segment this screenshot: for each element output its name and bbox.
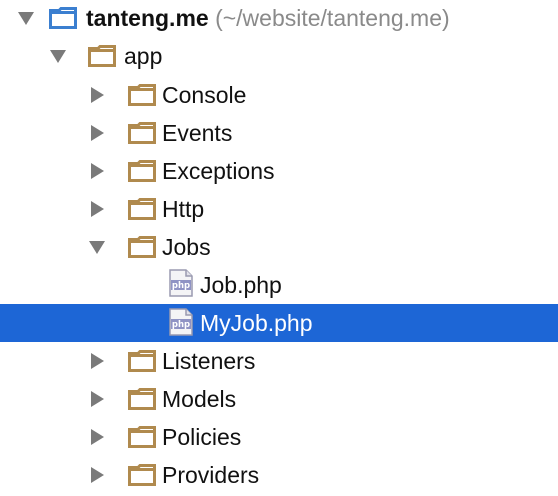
svg-text:php: php [172,281,190,291]
folder-icon [128,388,156,410]
folder-label-http[interactable]: Http [162,195,204,223]
folder-icon [128,84,156,106]
folder-label-app[interactable]: app [124,42,162,70]
chevron-down-icon[interactable] [18,12,34,25]
folder-label-console[interactable]: Console [162,81,246,109]
tree-row-root[interactable]: tanteng.me (~/website/tanteng.me) [0,0,558,38]
folder-label-jobs[interactable]: Jobs [162,233,211,261]
folder-icon [128,198,156,220]
chevron-right-icon[interactable] [91,391,104,407]
chevron-right-icon[interactable] [91,201,104,217]
root-label: tanteng.me (~/website/tanteng.me) [86,4,450,32]
chevron-right-icon[interactable] [91,429,104,445]
folder-label-listeners[interactable]: Listeners [162,347,255,375]
root-path: (~/website/tanteng.me) [215,5,450,31]
folder-label-exceptions[interactable]: Exceptions [162,157,275,185]
root-name: tanteng.me [86,5,209,31]
svg-text:php: php [172,320,190,330]
chevron-right-icon[interactable] [91,125,104,141]
folder-label-providers[interactable]: Providers [162,461,259,489]
file-label-myjob-php[interactable]: MyJob.php [200,309,313,337]
folder-label-policies[interactable]: Policies [162,423,241,451]
folder-icon [128,426,156,448]
folder-label-models[interactable]: Models [162,385,236,413]
folder-icon [128,236,156,258]
folder-icon [128,464,156,486]
chevron-down-icon[interactable] [50,50,66,63]
folder-label-events[interactable]: Events [162,119,232,147]
chevron-right-icon[interactable] [91,353,104,369]
php-file-icon: php [168,308,194,336]
php-file-icon: php [168,269,194,297]
folder-icon [128,350,156,372]
chevron-right-icon[interactable] [91,87,104,103]
folder-icon [88,45,116,67]
module-folder-icon [49,7,77,29]
chevron-down-icon[interactable] [89,241,105,254]
chevron-right-icon[interactable] [91,163,104,179]
tree-row-app[interactable] [0,38,558,76]
folder-icon [128,122,156,144]
project-tree: tanteng.me (~/website/tanteng.me) app Co… [0,0,558,496]
chevron-right-icon[interactable] [91,467,104,483]
folder-icon [128,160,156,182]
file-label-job-php[interactable]: Job.php [200,271,282,299]
